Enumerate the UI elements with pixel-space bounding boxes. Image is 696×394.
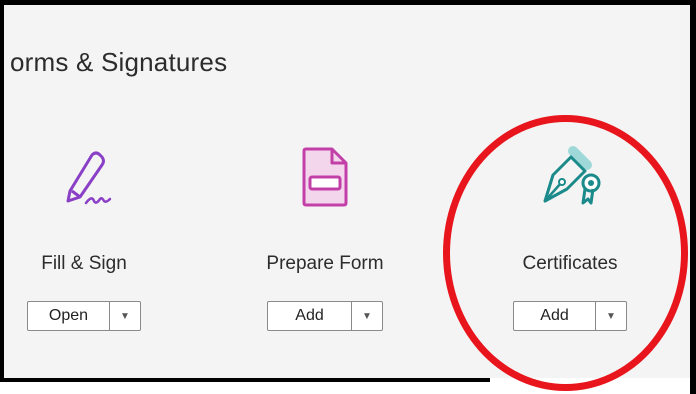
form-document-icon: [225, 145, 425, 215]
tool-prepare-form: Prepare Form Add ▼: [225, 145, 425, 331]
add-button[interactable]: Add: [514, 302, 596, 330]
tool-label: Fill & Sign: [41, 253, 127, 274]
section-title: orms & Signatures: [10, 47, 228, 77]
dropdown-arrow-icon[interactable]: ▼: [596, 302, 626, 330]
add-split-button[interactable]: Add ▼: [513, 301, 627, 331]
dropdown-arrow-icon[interactable]: ▼: [110, 302, 140, 330]
tool-label: Certificates: [522, 253, 618, 274]
frame-right-edge: [690, 0, 696, 394]
certificate-pen-icon: [470, 145, 670, 215]
pen-sign-icon: [4, 145, 184, 215]
open-split-button[interactable]: Open ▼: [27, 301, 141, 331]
tool-certificates: Certificates Add ▼: [470, 145, 670, 331]
dropdown-arrow-icon[interactable]: ▼: [352, 302, 382, 330]
tool-label: Prepare Form: [266, 253, 384, 274]
add-button[interactable]: Add: [268, 302, 352, 330]
open-button[interactable]: Open: [28, 302, 110, 330]
frame-bottom-edge: [0, 378, 490, 382]
tool-fill-sign: Fill & Sign Open ▼: [4, 145, 184, 331]
add-split-button[interactable]: Add ▼: [267, 301, 383, 331]
forms-signatures-panel: orms & Signatures Fill & Sign Open ▼ Pre…: [4, 5, 690, 378]
